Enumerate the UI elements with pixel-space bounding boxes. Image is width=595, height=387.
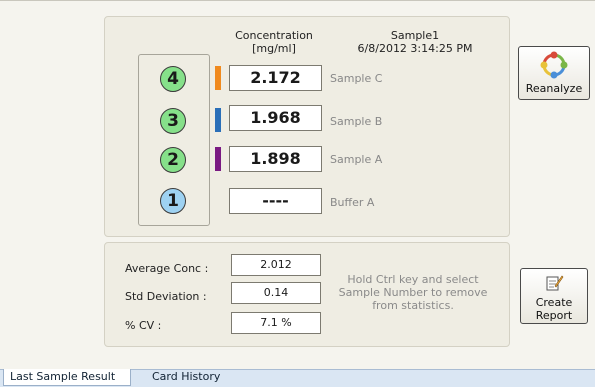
sample-number-1-button[interactable]: 1 [160,188,186,214]
average-conc-field: 2.012 [231,254,321,276]
cv-label: % CV : [125,319,162,332]
sample-name-3: Sample B [330,115,383,128]
create-report-button[interactable]: Create Report [520,268,588,324]
sample-color-bar-3 [215,108,221,132]
tab-last-sample-result[interactable]: Last Sample Result [3,369,131,386]
sample-header-timestamp: 6/8/2012 3:14:25 PM [357,42,473,55]
average-conc-label: Average Conc : [125,262,209,275]
create-report-label-line1: Create [535,296,573,309]
sample-header-name: Sample1 [390,29,440,42]
sample-number-4-button[interactable]: 4 [160,66,186,92]
reanalyze-button-label: Reanalyze [525,82,583,95]
sample-color-bar-2 [215,147,221,171]
report-icon [546,275,564,291]
std-deviation-field: 0.14 [231,282,321,304]
sample-name-2: Sample A [330,153,383,166]
std-deviation-label: Std Deviation : [125,290,207,303]
sample-header: Sample1 6/8/2012 3:14:25 PM [350,29,480,55]
sample-number-3-button[interactable]: 3 [160,108,186,134]
reanalyze-button[interactable]: Reanalyze [518,46,590,100]
statistics-hint: Hold Ctrl key and select Sample Number t… [338,273,488,312]
create-report-label-line2: Report [535,309,573,322]
sample-number-2-button[interactable]: 2 [160,147,186,173]
window-top-border [0,0,595,1]
concentration-value-2: 1.898 [229,146,322,172]
concentration-header: Concentration [mg/ml] [224,29,324,55]
sample-name-1: Buffer A [330,196,375,209]
tab-card-history[interactable]: Card History [146,369,236,386]
sample-name-4: Sample C [330,72,383,85]
sample-color-bar-4 [215,66,221,90]
concentration-header-unit: [mg/ml] [252,42,296,55]
concentration-value-3: 1.968 [229,105,322,131]
concentration-value-1: ---- [229,188,322,214]
concentration-value-4: 2.172 [229,65,322,91]
concentration-header-title: Concentration [235,29,313,42]
refresh-icon [540,51,568,79]
cv-field: 7.1 % [231,312,321,334]
